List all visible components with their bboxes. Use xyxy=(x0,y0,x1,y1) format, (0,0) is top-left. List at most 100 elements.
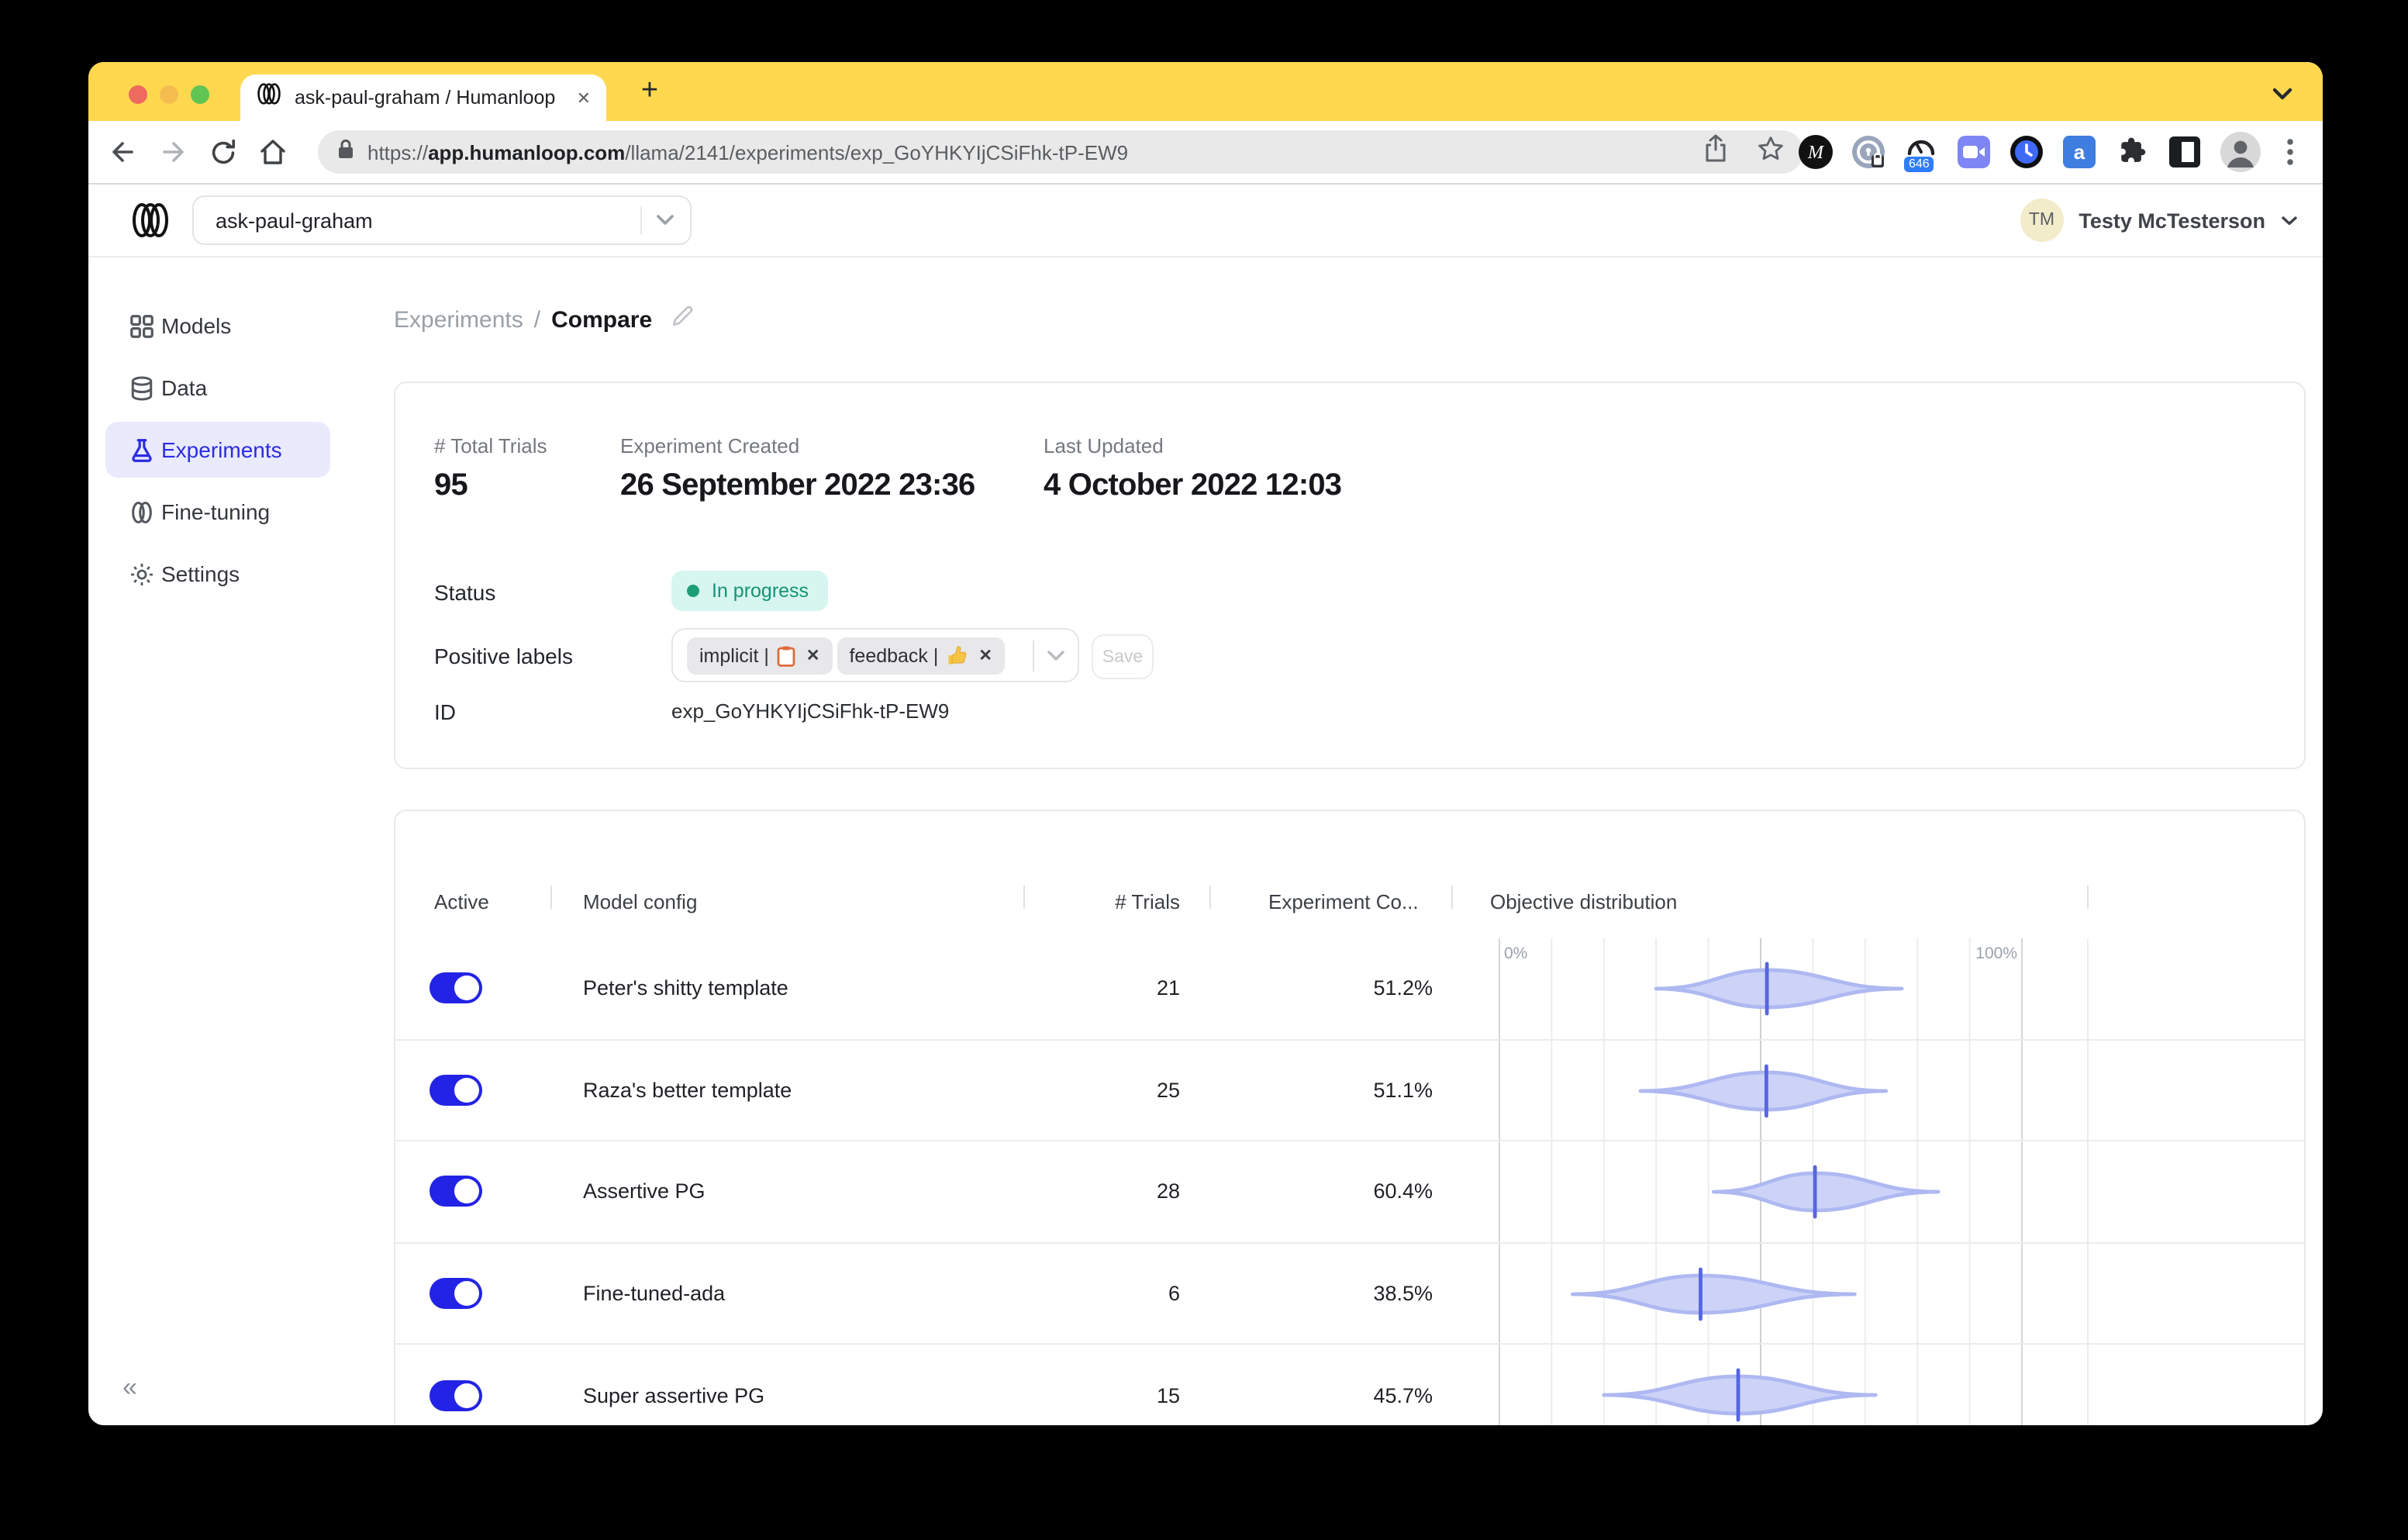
trials-count: 21 xyxy=(1156,976,1180,1000)
remove-chip-icon[interactable]: ✕ xyxy=(806,646,820,665)
sidebar-item-label: Settings xyxy=(161,561,240,586)
trials-count: 25 xyxy=(1156,1078,1180,1102)
remove-chip-icon[interactable]: ✕ xyxy=(978,646,992,665)
label-chip[interactable]: feedback | ✕ xyxy=(837,637,1005,674)
active-toggle[interactable] xyxy=(430,1379,482,1411)
svg-text:M: M xyxy=(1807,143,1825,163)
humanloop-app: ask-paul-graham TM Testy McTesterson Mod… xyxy=(88,185,2323,1425)
sidebar-item-label: Experiments xyxy=(161,437,282,462)
sidebar-item-label: Data xyxy=(161,375,208,400)
experiment-score: 60.4% xyxy=(1373,1179,1433,1203)
dark-frame-extension-icon[interactable] xyxy=(2168,135,2202,169)
avatar: TM xyxy=(2020,199,2064,242)
flask-icon xyxy=(127,436,155,464)
chevron-down-icon[interactable] xyxy=(1047,649,1065,661)
clock-extension-icon[interactable] xyxy=(2010,135,2044,169)
tab-title: ask-paul-graham / Humanloop xyxy=(295,87,556,109)
experiment-id: exp_GoYHKYIjCSiFhk-tP-EW9 xyxy=(671,699,950,723)
thumbs-up-emoji-icon xyxy=(948,645,967,664)
column-header-experiment-score: Experiment Co... xyxy=(1268,890,1419,913)
browser-menu-kebab-icon[interactable] xyxy=(2279,135,2301,169)
created-stat: Experiment Created 26 September 2022 23:… xyxy=(620,434,975,502)
trials-count: 28 xyxy=(1156,1179,1180,1203)
objective-distribution-violin xyxy=(1499,1243,2023,1345)
extensions-row: M 646 a xyxy=(1799,132,2301,172)
active-toggle[interactable] xyxy=(430,1074,482,1106)
edit-pencil-icon[interactable] xyxy=(669,304,694,335)
reload-button[interactable] xyxy=(206,135,240,169)
sidebar-item-label: Fine-tuning xyxy=(161,499,271,524)
back-button[interactable] xyxy=(105,135,140,169)
breadcrumb-separator: / xyxy=(533,306,541,333)
id-label: ID xyxy=(434,699,456,724)
humanloop-logo-icon[interactable] xyxy=(130,200,171,248)
trials-count: 6 xyxy=(1168,1282,1180,1306)
browser-tab[interactable]: ask-paul-graham / Humanloop ✕ xyxy=(240,74,606,121)
gauge-extension-icon[interactable]: 646 xyxy=(1904,135,1938,172)
objective-distribution-violin xyxy=(1499,1040,2023,1141)
save-button[interactable]: Save xyxy=(1092,634,1154,679)
screenshot-stage: ask-paul-graham / Humanloop ✕ + https://… xyxy=(0,0,2408,1540)
objective-distribution-violin xyxy=(1499,1345,2023,1425)
sidebar-item-data[interactable]: Data xyxy=(88,357,394,419)
tab-strip: ask-paul-graham / Humanloop ✕ + xyxy=(88,62,2323,121)
browser-profile-avatar[interactable] xyxy=(2220,132,2261,172)
active-toggle[interactable] xyxy=(430,1278,482,1310)
zoom-extension-icon[interactable] xyxy=(1957,135,1991,169)
table-row: Fine-tuned-ada 6 38.5% xyxy=(395,1241,2304,1345)
project-name: ask-paul-graham xyxy=(216,209,373,232)
positive-labels-input[interactable]: implicit | ✕ feedback | ✕ xyxy=(671,628,1079,682)
column-header-objective-distribution: Objective distribution xyxy=(1490,890,1678,913)
app-header: ask-paul-graham TM Testy McTesterson xyxy=(88,185,2323,257)
chevron-down-icon xyxy=(657,215,674,225)
bookmark-star-icon[interactable] xyxy=(1757,134,1785,170)
tab-search-chevron-icon[interactable] xyxy=(2272,81,2293,109)
main-content: Experiments / Compare # Total Trials 95 xyxy=(394,257,2323,1425)
label-chip[interactable]: implicit | ✕ xyxy=(687,637,833,674)
project-selector[interactable]: ask-paul-graham xyxy=(192,195,692,245)
medium-extension-icon[interactable]: M xyxy=(1799,135,1833,169)
experiment-score: 38.5% xyxy=(1373,1282,1433,1306)
forward-button[interactable] xyxy=(157,135,191,169)
selector-divider xyxy=(640,206,642,234)
active-toggle[interactable] xyxy=(430,1176,482,1207)
new-tab-button[interactable]: + xyxy=(630,71,670,112)
header-divider xyxy=(1451,886,1453,909)
user-name: Testy McTesterson xyxy=(2079,209,2265,232)
breadcrumb-experiments-link[interactable]: Experiments xyxy=(394,306,523,333)
lock-icon xyxy=(336,137,355,167)
sidebar-item-models[interactable]: Models xyxy=(88,295,394,357)
trials-count: 15 xyxy=(1156,1383,1180,1407)
url-bar[interactable]: https://app.humanloop.com/llama/2141/exp… xyxy=(318,130,1803,174)
browser-window: ask-paul-graham / Humanloop ✕ + https://… xyxy=(88,62,2323,1425)
share-icon[interactable] xyxy=(1703,133,1729,171)
column-header-model-config: Model config xyxy=(583,890,698,913)
table-row: Assertive PG 28 60.4% xyxy=(395,1140,2304,1243)
clipboard-emoji-icon xyxy=(777,645,795,666)
sidebar-collapse-button[interactable]: « xyxy=(122,1373,137,1404)
extensions-puzzle-icon[interactable] xyxy=(2115,135,2149,169)
sidebar-item-settings[interactable]: Settings xyxy=(88,543,394,605)
sidebar-item-experiments[interactable]: Experiments xyxy=(88,419,394,481)
breadcrumb: Experiments / Compare xyxy=(394,304,694,335)
onepassword-extension-icon[interactable] xyxy=(1851,135,1885,169)
close-window-button[interactable] xyxy=(129,85,147,104)
header-divider xyxy=(550,886,552,909)
app-body: Models Data Experiments Fine-tuning Sett… xyxy=(88,257,2323,1425)
zoom-window-button[interactable] xyxy=(191,85,209,104)
home-button[interactable] xyxy=(256,135,290,169)
status-label: Status xyxy=(434,580,496,605)
header-divider xyxy=(1209,886,1211,909)
table-row: Peter's shitty template 21 51.2% xyxy=(395,938,2304,1039)
user-menu[interactable]: TM Testy McTesterson xyxy=(2020,199,2298,242)
sidebar-item-fine-tuning[interactable]: Fine-tuning xyxy=(88,481,394,543)
active-toggle[interactable] xyxy=(430,972,482,1004)
tab-close-icon[interactable]: ✕ xyxy=(577,88,591,108)
status-badge: In progress xyxy=(671,571,828,611)
minimize-window-button[interactable] xyxy=(160,85,178,104)
model-config-name: Fine-tuned-ada xyxy=(583,1282,726,1306)
updated-stat: Last Updated 4 October 2022 12:03 xyxy=(1044,434,1342,502)
amazon-assistant-extension-icon[interactable]: a xyxy=(2062,135,2096,169)
table-row: Raza's better template 25 51.1% xyxy=(395,1038,2304,1141)
model-config-name: Peter's shitty template xyxy=(583,976,788,1000)
